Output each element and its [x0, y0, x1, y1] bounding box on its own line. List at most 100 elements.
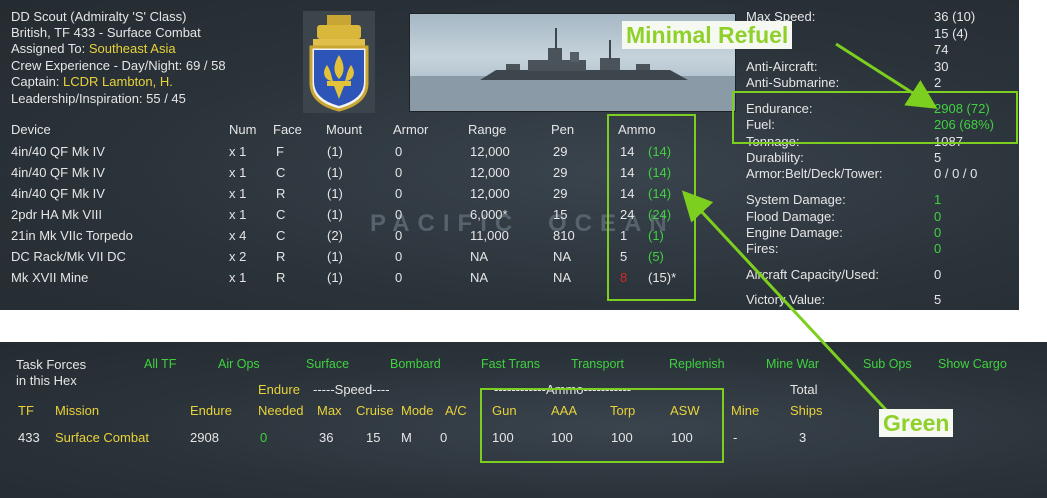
- tf-col-cruise[interactable]: Cruise: [356, 403, 394, 418]
- crew-experience: Crew Experience - Day/Night: 69 / 58: [11, 58, 226, 73]
- task-forces-title: Task Forces: [16, 357, 87, 372]
- cruise-speed-value: 15 (4): [934, 26, 968, 41]
- device-num: x 1: [229, 270, 247, 285]
- engine-damage-label: Engine Damage:: [746, 225, 843, 240]
- filter-all-tf[interactable]: All TF: [144, 357, 176, 372]
- device-mount: (1): [327, 165, 343, 180]
- tf-col-ships[interactable]: Ships: [790, 403, 823, 418]
- device-pen: NA: [553, 270, 572, 285]
- victory-value-label: Victory Value:: [746, 292, 826, 307]
- group-speed: -----Speed----: [313, 382, 390, 397]
- filter-transport[interactable]: Transport: [571, 357, 624, 372]
- col-armor: Armor: [393, 122, 429, 137]
- device-armor: 0: [395, 249, 403, 264]
- callout-green: Green: [879, 409, 954, 437]
- tf-id: 433: [18, 430, 40, 445]
- device-armor: 0: [395, 165, 403, 180]
- captain-label: Captain:: [11, 74, 60, 89]
- filter-replenish[interactable]: Replenish: [669, 357, 725, 372]
- ammo-highlight-box: [607, 114, 696, 301]
- device-face: F: [276, 144, 284, 159]
- tf-max: 36: [319, 430, 334, 445]
- device-name: 21in Mk VIIc Torpedo: [11, 228, 133, 243]
- tf-mission[interactable]: Surface Combat: [55, 430, 149, 445]
- tf-col-mission[interactable]: Mission: [55, 403, 99, 418]
- device-num: x 1: [229, 186, 247, 201]
- engine-damage-value: 0: [934, 225, 942, 240]
- col-range: Range: [468, 122, 507, 137]
- device-armor: 0: [395, 207, 403, 222]
- device-armor: 0: [395, 228, 403, 243]
- tf-ships: 3: [799, 430, 807, 445]
- col-device: Device: [11, 122, 51, 137]
- filter-show-cargo[interactable]: Show Cargo: [938, 357, 1007, 372]
- assigned-to: Assigned To: Southeast Asia: [11, 41, 176, 56]
- device-num: x 4: [229, 228, 247, 243]
- device-armor: 0: [395, 186, 403, 201]
- device-pen: 15: [553, 207, 568, 222]
- tf-col-mode[interactable]: Mode: [401, 403, 434, 418]
- tf-mine: -: [733, 430, 738, 445]
- device-range: 6,000*: [470, 207, 508, 222]
- col-pen: Pen: [551, 122, 575, 137]
- armor-label: Armor:Belt/Deck/Tower:: [746, 166, 883, 181]
- anti-aircraft-label: Anti-Aircraft:: [746, 59, 818, 74]
- assigned-label: Assigned To:: [11, 41, 86, 56]
- device-num: x 1: [229, 144, 247, 159]
- flood-damage-label: Flood Damage:: [746, 209, 835, 224]
- device-mount: (2): [327, 228, 343, 243]
- tf-col-tf[interactable]: TF: [18, 403, 34, 418]
- filter-air-ops[interactable]: Air Ops: [218, 357, 260, 372]
- device-name: DC Rack/Mk VII DC: [11, 249, 126, 264]
- tf-col-ac[interactable]: A/C: [445, 403, 467, 418]
- device-mount: (1): [327, 144, 343, 159]
- filter-fast-trans[interactable]: Fast Trans: [481, 357, 540, 372]
- aircraft-capacity-label: Aircraft Capacity/Used:: [746, 267, 879, 282]
- tf-col-endure[interactable]: Endure: [190, 403, 232, 418]
- device-name: 2pdr HA Mk VIII: [11, 207, 103, 222]
- filter-mine-war[interactable]: Mine War: [766, 357, 819, 372]
- device-name: 4in/40 QF Mk IV: [11, 165, 105, 180]
- ship-details-panel: PACIFIC OCEAN DD Scout (Admiralty 'S' Cl…: [0, 0, 1019, 310]
- device-name: 4in/40 QF Mk IV: [11, 144, 105, 159]
- ship-force: British, TF 433 - Surface Combat: [11, 25, 201, 40]
- fires-value: 0: [934, 241, 942, 256]
- device-range: NA: [470, 249, 489, 264]
- device-num: x 1: [229, 165, 247, 180]
- filter-bombard[interactable]: Bombard: [390, 357, 441, 372]
- device-face: R: [276, 249, 286, 264]
- device-pen: 29: [553, 144, 568, 159]
- filter-surface[interactable]: Surface: [306, 357, 349, 372]
- device-mount: (1): [327, 186, 343, 201]
- device-range: 11,000: [470, 228, 509, 243]
- system-damage-value: 1: [934, 192, 942, 207]
- durability-label: Durability:: [746, 150, 804, 165]
- stat-value-74: 74: [934, 42, 949, 57]
- device-range: 12,000: [470, 144, 510, 159]
- device-range: 12,000: [470, 186, 510, 201]
- device-face: C: [276, 165, 286, 180]
- tf-col-mine[interactable]: Mine: [731, 403, 759, 418]
- anti-sub-label: Anti-Submarine:: [746, 75, 840, 90]
- device-face: C: [276, 207, 286, 222]
- assigned-value-link[interactable]: Southeast Asia: [89, 41, 176, 56]
- tf-col-needed[interactable]: Needed: [258, 403, 304, 418]
- device-range: 12,000: [470, 165, 510, 180]
- filter-sub-ops[interactable]: Sub Ops: [863, 357, 912, 372]
- device-face: C: [276, 228, 286, 243]
- leadership: Leadership/Inspiration: 55 / 45: [11, 91, 186, 106]
- tf-col-max[interactable]: Max: [317, 403, 342, 418]
- device-pen: NA: [553, 249, 572, 264]
- captain-value-link[interactable]: LCDR Lambton, H.: [63, 74, 173, 89]
- tf-ac: 0: [440, 430, 448, 445]
- device-pen: 810: [553, 228, 575, 243]
- victory-value: 5: [934, 292, 942, 307]
- device-pen: 29: [553, 165, 568, 180]
- device-face: R: [276, 186, 286, 201]
- callout-minimal-refuel: Minimal Refuel: [622, 21, 793, 49]
- col-num: Num: [229, 122, 257, 137]
- armor-value: 0 / 0 / 0: [934, 166, 978, 181]
- flood-damage-value: 0: [934, 209, 942, 224]
- task-forces-subtitle: in this Hex: [16, 373, 77, 388]
- col-mount: Mount: [326, 122, 363, 137]
